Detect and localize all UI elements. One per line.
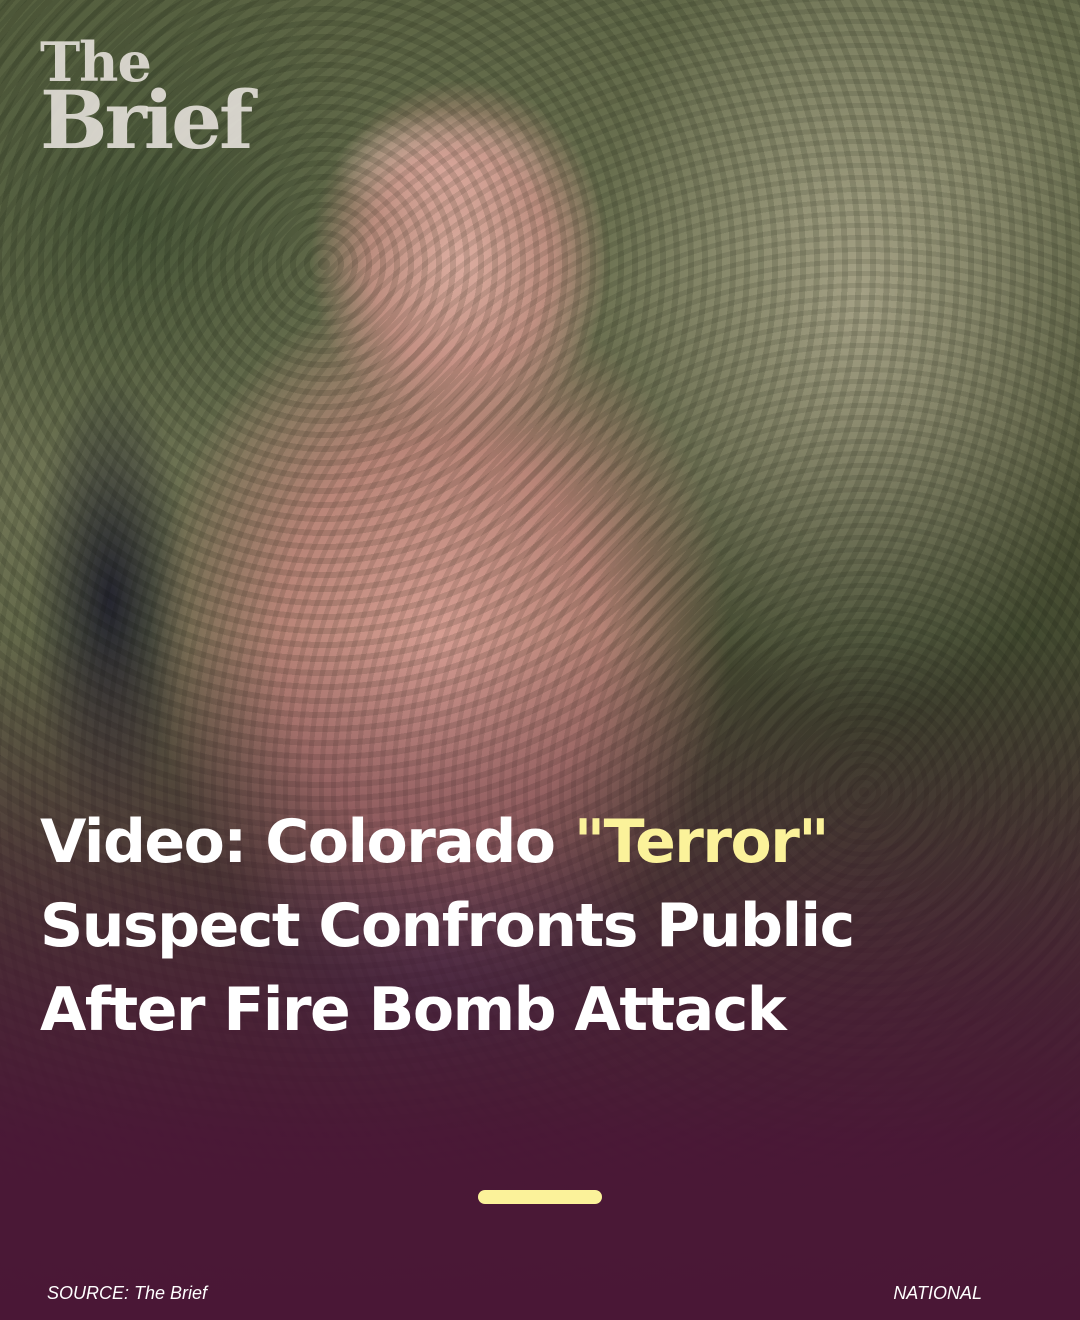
news-card: The Brief Video: Colorado "Terror" Suspe… [0, 0, 1080, 1320]
logo-line-brief: Brief [40, 72, 253, 167]
brand-logo: The Brief [40, 35, 253, 167]
accent-bar [478, 1190, 602, 1204]
headline-line3: After Fire Bomb Attack [40, 975, 787, 1045]
headline-part1: Video: Colorado [40, 807, 574, 877]
headline-line2: Suspect Confronts Public [40, 891, 855, 961]
source-label: SOURCE: The Brief [47, 1283, 208, 1303]
category-label: NATIONAL [893, 1283, 982, 1303]
headline-highlight: "Terror" [573, 807, 830, 877]
gradient-overlay [0, 0, 1080, 1320]
headline: Video: Colorado "Terror" Suspect Confron… [40, 800, 1040, 1052]
